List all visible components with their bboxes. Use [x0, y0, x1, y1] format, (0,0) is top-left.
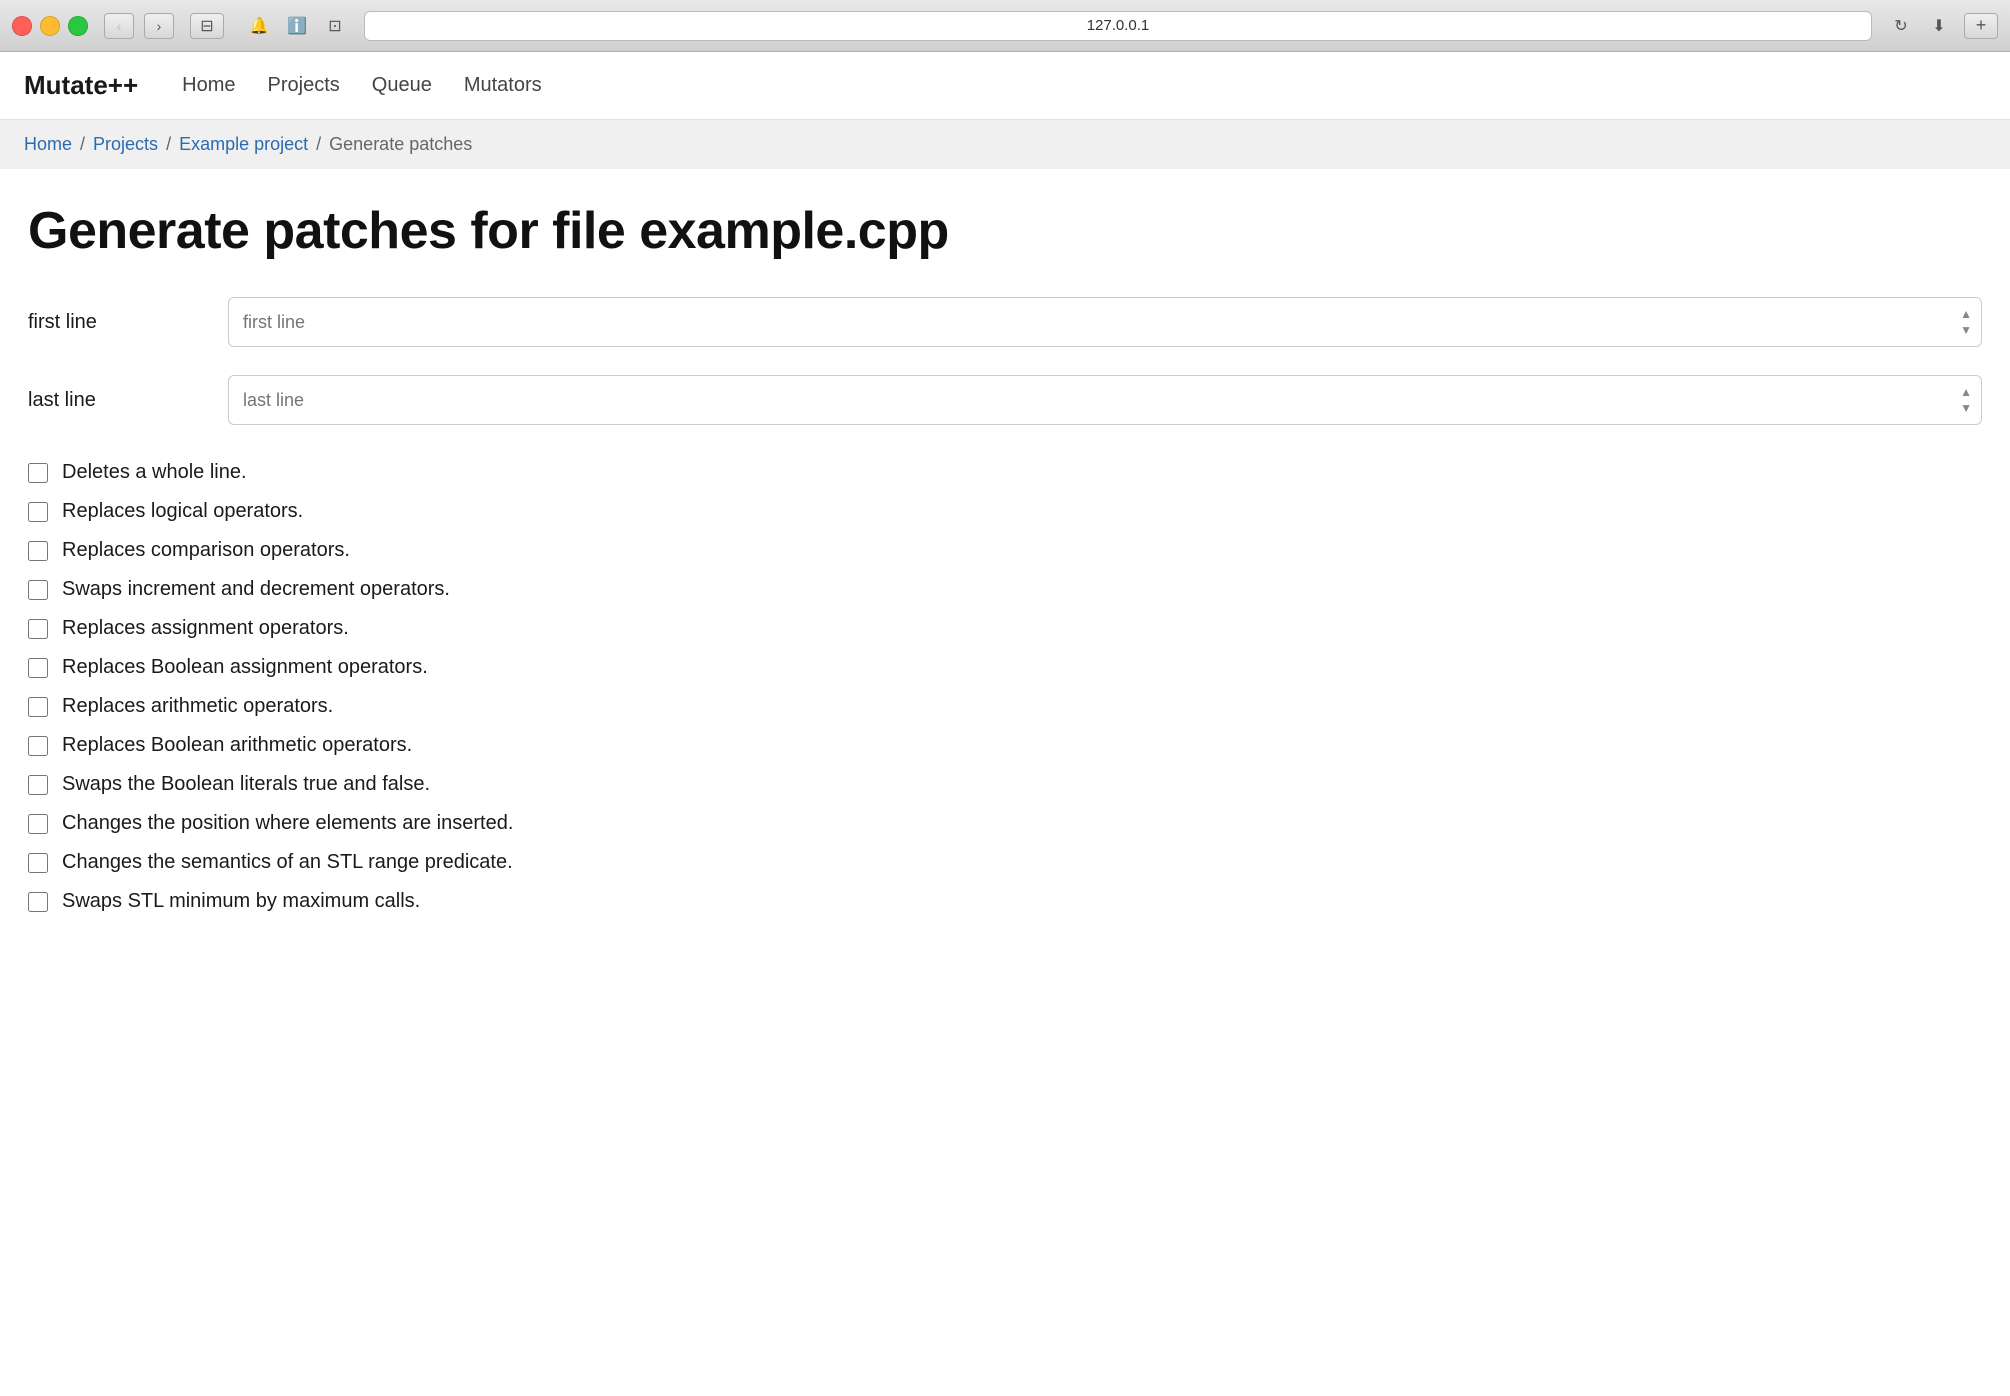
main-content: Generate patches for file example.cpp fi… [0, 169, 2010, 961]
mutator-item: Replaces arithmetic operators. [28, 687, 1982, 726]
first-line-label: first line [28, 311, 228, 334]
browser-icons: 🔔 ℹ️ ⊡ [244, 13, 350, 39]
info-icon[interactable]: ℹ️ [282, 13, 312, 39]
mutator-checkbox-swap-boolean-literals[interactable] [28, 775, 48, 795]
refresh-button[interactable]: ↻ [1886, 13, 1916, 39]
mutator-checkbox-replace-boolean-assignment[interactable] [28, 658, 48, 678]
breadcrumb-home[interactable]: Home [24, 134, 72, 155]
mutator-item: Changes the position where elements are … [28, 804, 1982, 843]
breadcrumb-current: Generate patches [329, 134, 472, 155]
mutator-checkbox-swap-increment-decrement[interactable] [28, 580, 48, 600]
back-button[interactable]: ‹ [104, 13, 134, 39]
mutator-label-replace-logical: Replaces logical operators. [62, 500, 303, 523]
mutator-label-swap-boolean-literals: Swaps the Boolean literals true and fals… [62, 773, 430, 796]
mutator-item: Replaces Boolean assignment operators. [28, 648, 1982, 687]
mutator-label-swap-increment-decrement: Swaps increment and decrement operators. [62, 578, 450, 601]
mutator-label-replace-boolean-assignment: Replaces Boolean assignment operators. [62, 656, 428, 679]
close-button[interactable] [12, 16, 32, 36]
last-line-label: last line [28, 389, 228, 412]
new-tab-button[interactable]: + [1964, 13, 1998, 39]
breadcrumb: Home / Projects / Example project / Gene… [0, 120, 2010, 169]
mutator-item: Swaps STL minimum by maximum calls. [28, 882, 1982, 921]
mutator-item: Deletes a whole line. [28, 453, 1982, 492]
last-line-row: last line ▲ ▼ [28, 375, 1982, 425]
minimize-button[interactable] [40, 16, 60, 36]
mutator-label-replace-boolean-arithmetic: Replaces Boolean arithmetic operators. [62, 734, 412, 757]
mutator-label-delete-whole-line: Deletes a whole line. [62, 461, 247, 484]
browser-chrome: ‹ › ⊟ 🔔 ℹ️ ⊡ ↻ ⬇ + [0, 0, 2010, 52]
breadcrumb-sep-2: / [166, 134, 171, 155]
first-line-row: first line ▲ ▼ [28, 297, 1982, 347]
first-line-input[interactable] [228, 297, 1982, 347]
nav-link-queue[interactable]: Queue [372, 74, 432, 97]
mutator-label-change-stl-range: Changes the semantics of an STL range pr… [62, 851, 513, 874]
mutator-label-replace-assignment: Replaces assignment operators. [62, 617, 349, 640]
mutator-checkbox-replace-assignment[interactable] [28, 619, 48, 639]
mutator-checkbox-replace-arithmetic[interactable] [28, 697, 48, 717]
mutator-checkbox-replace-comparison[interactable] [28, 541, 48, 561]
mutator-label-replace-comparison: Replaces comparison operators. [62, 539, 350, 562]
maximize-button[interactable] [68, 16, 88, 36]
mutator-item: Changes the semantics of an STL range pr… [28, 843, 1982, 882]
mutator-label-swap-stl-min-max: Swaps STL minimum by maximum calls. [62, 890, 420, 913]
mutator-label-change-insert-position: Changes the position where elements are … [62, 812, 513, 835]
first-line-input-wrapper: ▲ ▼ [228, 297, 1982, 347]
breadcrumb-example-project[interactable]: Example project [179, 134, 308, 155]
mutator-checkbox-delete-whole-line[interactable] [28, 463, 48, 483]
breadcrumb-projects[interactable]: Projects [93, 134, 158, 155]
page-title: Generate patches for file example.cpp [28, 201, 1982, 261]
browser-action-buttons: ↻ ⬇ [1886, 13, 1954, 39]
mutator-checkbox-change-insert-position[interactable] [28, 814, 48, 834]
nav-link-home[interactable]: Home [182, 74, 235, 97]
download-button[interactable]: ⬇ [1924, 13, 1954, 39]
mutator-item: Replaces comparison operators. [28, 531, 1982, 570]
mutator-checkbox-swap-stl-min-max[interactable] [28, 892, 48, 912]
mutator-item: Replaces Boolean arithmetic operators. [28, 726, 1982, 765]
mutator-checkbox-change-stl-range[interactable] [28, 853, 48, 873]
breadcrumb-sep-3: / [316, 134, 321, 155]
mutator-label-replace-arithmetic: Replaces arithmetic operators. [62, 695, 333, 718]
app-navbar: Mutate++ Home Projects Queue Mutators [0, 52, 2010, 120]
mutator-item: Swaps the Boolean literals true and fals… [28, 765, 1982, 804]
mutator-item: Swaps increment and decrement operators. [28, 570, 1982, 609]
nav-link-projects[interactable]: Projects [268, 74, 340, 97]
screen-icon[interactable]: ⊡ [320, 13, 350, 39]
mutator-checkbox-replace-boolean-arithmetic[interactable] [28, 736, 48, 756]
app-brand: Mutate++ [24, 70, 138, 101]
mutator-item: Replaces assignment operators. [28, 609, 1982, 648]
nav-link-mutators[interactable]: Mutators [464, 74, 542, 97]
mutator-checkbox-replace-logical[interactable] [28, 502, 48, 522]
mutator-item: Replaces logical operators. [28, 492, 1982, 531]
notification-icon[interactable]: 🔔 [244, 13, 274, 39]
mutator-list: Deletes a whole line. Replaces logical op… [28, 453, 1982, 921]
last-line-input-wrapper: ▲ ▼ [228, 375, 1982, 425]
traffic-lights [12, 16, 88, 36]
url-bar[interactable] [364, 11, 1872, 41]
breadcrumb-sep-1: / [80, 134, 85, 155]
last-line-input[interactable] [228, 375, 1982, 425]
forward-button[interactable]: › [144, 13, 174, 39]
sidebar-toggle-button[interactable]: ⊟ [190, 13, 224, 39]
